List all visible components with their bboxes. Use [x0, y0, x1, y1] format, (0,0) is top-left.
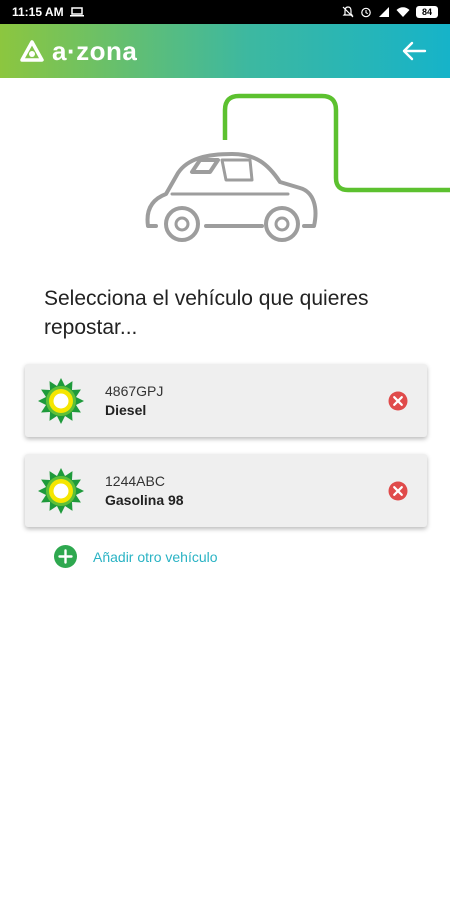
add-vehicle-label: Añadir otro vehículo [93, 548, 218, 565]
vehicle-plate: 1244ABC [105, 473, 165, 489]
status-left: 11:15 AM [12, 5, 84, 19]
signal-icon [379, 7, 389, 17]
azona-logo: a·zona [20, 36, 137, 67]
vehicle-plate: 4867GPJ [105, 383, 164, 399]
status-right: 84 [342, 6, 438, 18]
vehicle-card[interactable]: 1244ABC Gasolina 98 [25, 454, 427, 527]
alarm-icon [361, 7, 371, 18]
wifi-icon [396, 7, 410, 17]
car-illustration [145, 93, 450, 242]
mute-bell-icon [342, 6, 354, 18]
azona-logo-icon [20, 40, 44, 62]
bp-helios-icon [38, 468, 84, 514]
back-button[interactable] [398, 35, 430, 67]
app-header: a·zona [0, 24, 450, 78]
status-bar: 11:15 AM 84 [0, 0, 450, 24]
remove-vehicle-button[interactable] [388, 391, 408, 411]
logo-text: a·zona [52, 35, 138, 66]
remove-vehicle-button[interactable] [388, 481, 408, 501]
status-time: 11:15 AM [12, 5, 64, 19]
laptop-icon [69, 7, 84, 17]
green-route-line [222, 93, 450, 193]
car-icon [145, 152, 318, 242]
arrow-left-icon [402, 41, 427, 61]
page-prompt: Selecciona el vehículo que quieres repos… [44, 287, 369, 339]
vehicle-fuel-type: Gasolina 98 [105, 492, 184, 508]
add-vehicle-button[interactable]: Añadir otro vehículo [54, 545, 218, 568]
vehicle-fuel-type: Diesel [105, 402, 147, 418]
vehicle-card[interactable]: 4867GPJ Diesel [25, 364, 427, 437]
add-circle-icon [54, 545, 77, 568]
battery-indicator: 84 [416, 6, 438, 18]
bp-helios-icon [38, 378, 84, 424]
